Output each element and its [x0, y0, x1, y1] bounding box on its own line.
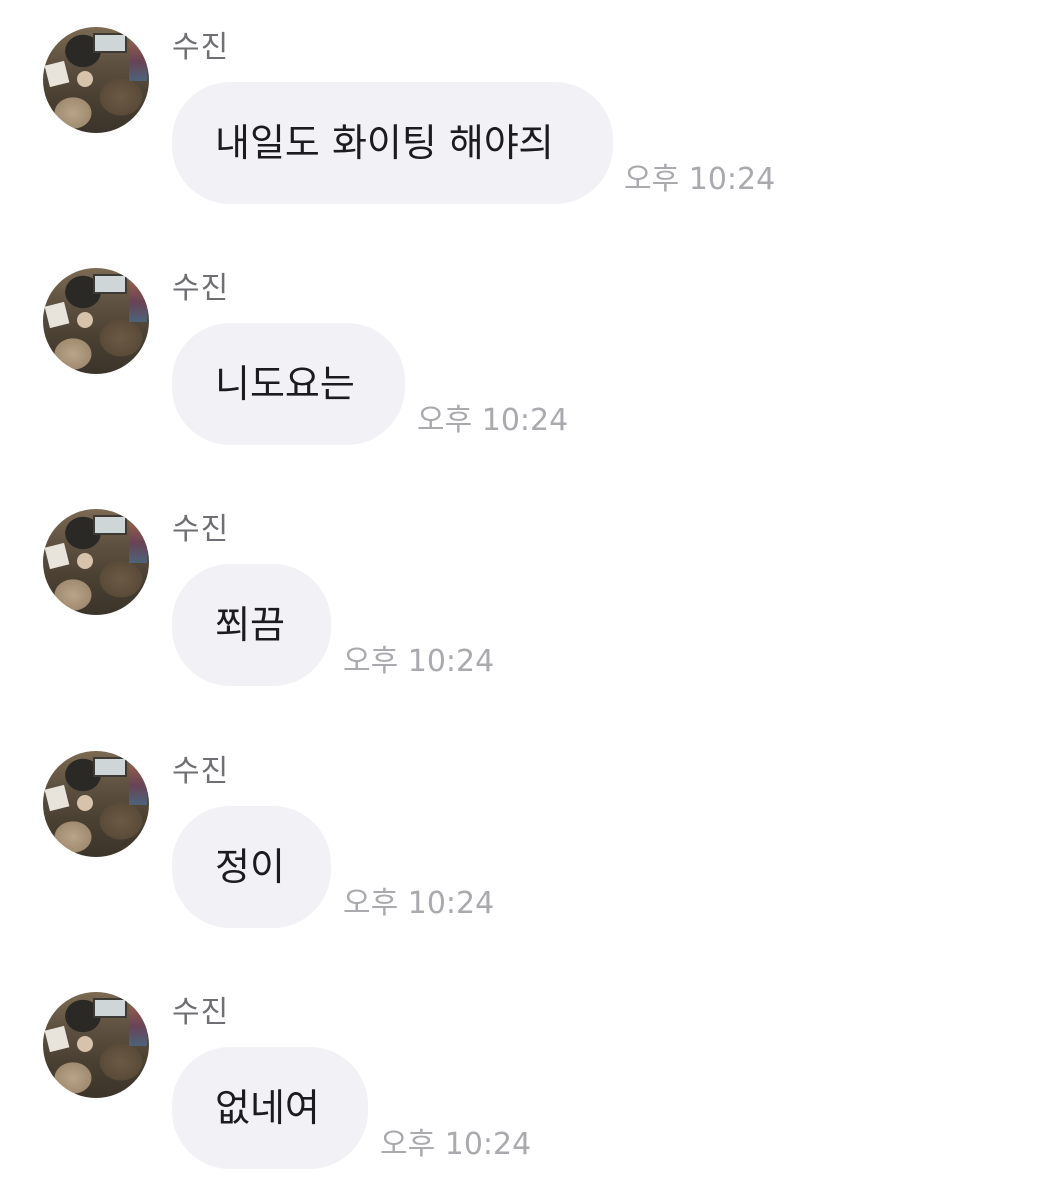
sender-name: 수진: [172, 512, 230, 547]
sender-name: 수진: [172, 271, 230, 306]
message-bubble[interactable]: 내일도 화이팅 해야즤: [172, 82, 613, 204]
message-row: 수진 니도요는 오후 10:24: [0, 241, 1045, 451]
avatar[interactable]: [43, 992, 149, 1098]
message-timestamp: 오후 10:24: [380, 1127, 532, 1162]
message-timestamp: 오후 10:24: [624, 162, 776, 197]
sender-name: 수진: [172, 995, 230, 1030]
avatar[interactable]: [43, 268, 149, 374]
message-bubble[interactable]: 니도요는: [172, 323, 405, 445]
message-timestamp: 오후 10:24: [417, 403, 569, 438]
avatar[interactable]: [43, 751, 149, 857]
sender-name: 수진: [172, 30, 230, 65]
message-row: 수진 내일도 화이팅 해야즤 오후 10:24: [0, 0, 1045, 210]
avatar[interactable]: [43, 27, 149, 133]
sender-name: 수진: [172, 754, 230, 789]
message-row: 수진 정이 오후 10:24: [0, 724, 1045, 934]
message-timestamp: 오후 10:24: [343, 886, 495, 921]
message-bubble[interactable]: 정이: [172, 806, 331, 928]
message-row: 수진 없네여 오후 10:24: [0, 965, 1045, 1175]
message-bubble[interactable]: 쬐끔: [172, 564, 331, 686]
avatar[interactable]: [43, 509, 149, 615]
message-bubble[interactable]: 없네여: [172, 1047, 368, 1169]
message-timestamp: 오후 10:24: [343, 644, 495, 679]
chat-thread: 수진 내일도 화이팅 해야즤 오후 10:24 수진 니도요는 오후 10:24…: [0, 0, 1045, 1200]
message-row: 수진 쬐끔 오후 10:24: [0, 482, 1045, 692]
